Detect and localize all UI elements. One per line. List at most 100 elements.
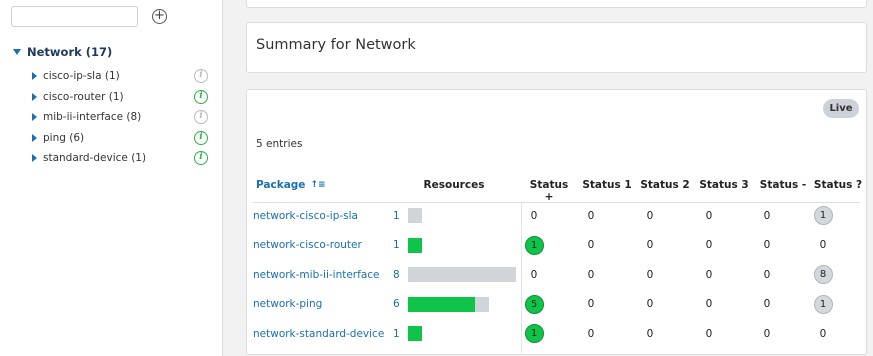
package-link[interactable]: network-cisco-ip-sla bbox=[253, 201, 358, 231]
column-header-status-2[interactable]: Status 2 bbox=[640, 179, 690, 191]
resource-bar-cell bbox=[408, 231, 422, 261]
status-count: 0 bbox=[763, 209, 771, 222]
caret-right-icon[interactable] bbox=[32, 154, 37, 163]
top-panel bbox=[246, 0, 867, 8]
tree-item-label: mib-ii-interface (8) bbox=[43, 111, 142, 124]
status-cell-status-plus: 0 bbox=[514, 260, 554, 290]
status-cell-status-2: 0 bbox=[630, 290, 670, 320]
status-cell-status-2: 0 bbox=[630, 319, 670, 349]
column-header-resources[interactable]: Resources bbox=[419, 179, 489, 191]
resource-bar bbox=[408, 267, 516, 283]
status-cell-status-q: 0 bbox=[803, 319, 843, 349]
status-count: 0 bbox=[705, 239, 713, 252]
table-row[interactable]: network-cisco-router 1 1 0 0 0 0 0 bbox=[247, 231, 868, 261]
status-cell-status-2: 0 bbox=[630, 260, 670, 290]
status-count-badge[interactable]: 1 bbox=[813, 294, 833, 314]
status-cell-status-1: 0 bbox=[571, 290, 611, 320]
resource-bar-cell bbox=[408, 290, 489, 320]
column-header-package[interactable]: Package ↑≡ bbox=[256, 179, 326, 191]
column-header-status-3[interactable]: Status 3 bbox=[699, 179, 749, 191]
column-header-status-unknown[interactable]: Status ? bbox=[813, 179, 863, 191]
status-count: 0 bbox=[705, 298, 713, 311]
resource-count-link[interactable]: 6 bbox=[393, 290, 400, 320]
status-count: 0 bbox=[763, 298, 771, 311]
status-count: 0 bbox=[705, 209, 713, 222]
info-icon[interactable]: i bbox=[194, 151, 208, 165]
status-count-badge[interactable]: 1 bbox=[524, 235, 544, 255]
status-count-badge[interactable]: 5 bbox=[524, 294, 544, 314]
add-button[interactable]: + bbox=[152, 9, 167, 24]
tree-item-label: cisco-router (1) bbox=[43, 90, 124, 103]
status-cell-status-minus: 0 bbox=[747, 319, 787, 349]
package-link[interactable]: network-standard-device bbox=[253, 319, 384, 349]
column-header-status-minus[interactable]: Status - bbox=[758, 179, 808, 191]
resource-count-link[interactable]: 8 bbox=[393, 260, 400, 290]
package-link[interactable]: network-cisco-router bbox=[253, 231, 362, 261]
status-count-badge[interactable]: 1 bbox=[524, 324, 544, 344]
column-header-status-1[interactable]: Status 1 bbox=[582, 179, 632, 191]
status-cell-status-q: 0 bbox=[803, 231, 843, 261]
status-count: 0 bbox=[646, 239, 654, 252]
status-count: 0 bbox=[763, 327, 771, 340]
info-icon[interactable]: i bbox=[194, 130, 208, 145]
column-header-status-plus[interactable]: Status + bbox=[524, 179, 574, 203]
status-count: 0 bbox=[646, 298, 654, 311]
status-count: 0 bbox=[530, 268, 538, 281]
resource-bar-cell bbox=[408, 319, 422, 349]
tree-root-network[interactable]: Network (17) bbox=[13, 45, 112, 59]
status-count-badge[interactable]: 1 bbox=[813, 206, 833, 226]
caret-right-icon[interactable] bbox=[32, 92, 37, 101]
live-toggle[interactable]: Live bbox=[823, 99, 859, 118]
package-link[interactable]: network-ping bbox=[253, 290, 322, 320]
tree-item-cisco-router[interactable]: cisco-router (1) i bbox=[32, 87, 212, 108]
tree-item-mib-ii-interface[interactable]: mib-ii-interface (8) i bbox=[32, 107, 212, 128]
resource-count-link[interactable]: 1 bbox=[393, 319, 400, 349]
status-count: 0 bbox=[587, 209, 595, 222]
status-cell-status-3: 0 bbox=[689, 231, 729, 261]
status-cell-status-plus: 1 bbox=[514, 319, 554, 349]
tree-item-cisco-ip-sla[interactable]: cisco-ip-sla (1) i bbox=[32, 66, 212, 87]
status-count: 0 bbox=[763, 268, 771, 281]
sort-ascending-icon[interactable]: ↑≡ bbox=[310, 180, 325, 190]
caret-right-icon[interactable] bbox=[32, 72, 37, 81]
resource-bar-ok-fill bbox=[408, 237, 422, 253]
table-row[interactable]: network-ping 6 5 0 0 0 0 1 bbox=[247, 290, 868, 320]
caret-right-icon[interactable] bbox=[32, 113, 37, 122]
table-row[interactable]: network-standard-device 1 1 0 0 0 0 0 bbox=[247, 319, 868, 349]
status-count: 0 bbox=[587, 239, 595, 252]
table-row[interactable]: network-mib-ii-interface 8 0 0 0 0 0 8 bbox=[247, 260, 868, 290]
status-count-badge[interactable]: 8 bbox=[813, 265, 833, 285]
status-cell-status-q: 8 bbox=[803, 260, 843, 290]
table-row[interactable]: network-cisco-ip-sla 1 0 0 0 0 0 1 bbox=[247, 201, 868, 231]
resource-count-link[interactable]: 1 bbox=[393, 201, 400, 231]
tree-item-ping[interactable]: ping (6) i bbox=[32, 128, 212, 149]
caret-right-icon[interactable] bbox=[32, 133, 37, 142]
caret-down-icon[interactable] bbox=[13, 49, 21, 55]
status-cell-status-plus: 0 bbox=[514, 201, 554, 231]
status-cell-status-plus: 1 bbox=[514, 231, 554, 261]
status-cell-status-q: 1 bbox=[803, 201, 843, 231]
package-link[interactable]: network-mib-ii-interface bbox=[253, 260, 379, 290]
summary-panel: Summary for Network bbox=[246, 22, 867, 73]
status-cell-status-3: 0 bbox=[689, 260, 729, 290]
resource-count-link[interactable]: 1 bbox=[393, 231, 400, 261]
resource-bar-cell bbox=[408, 260, 516, 290]
status-count: 0 bbox=[819, 327, 827, 340]
info-icon[interactable]: i bbox=[194, 89, 208, 104]
status-cell-status-3: 0 bbox=[689, 290, 729, 320]
status-count: 0 bbox=[646, 327, 654, 340]
status-cell-status-1: 0 bbox=[571, 231, 611, 261]
status-cell-status-2: 0 bbox=[630, 231, 670, 261]
status-cell-status-1: 0 bbox=[571, 201, 611, 231]
status-count: 0 bbox=[705, 327, 713, 340]
tree-item-label: standard-device (1) bbox=[43, 152, 147, 165]
tree-item-label: ping (6) bbox=[43, 131, 85, 144]
sidebar: + Network (17) cisco-ip-sla (1) i cisco-… bbox=[0, 0, 223, 356]
info-icon[interactable]: i bbox=[194, 110, 208, 124]
status-cell-status-3: 0 bbox=[689, 319, 729, 349]
tree-item-standard-device[interactable]: standard-device (1) i bbox=[32, 148, 212, 169]
status-cell-status-q: 1 bbox=[803, 290, 843, 320]
info-icon[interactable]: i bbox=[194, 69, 208, 83]
search-input[interactable] bbox=[11, 6, 138, 27]
column-header-label: Package bbox=[256, 179, 306, 191]
